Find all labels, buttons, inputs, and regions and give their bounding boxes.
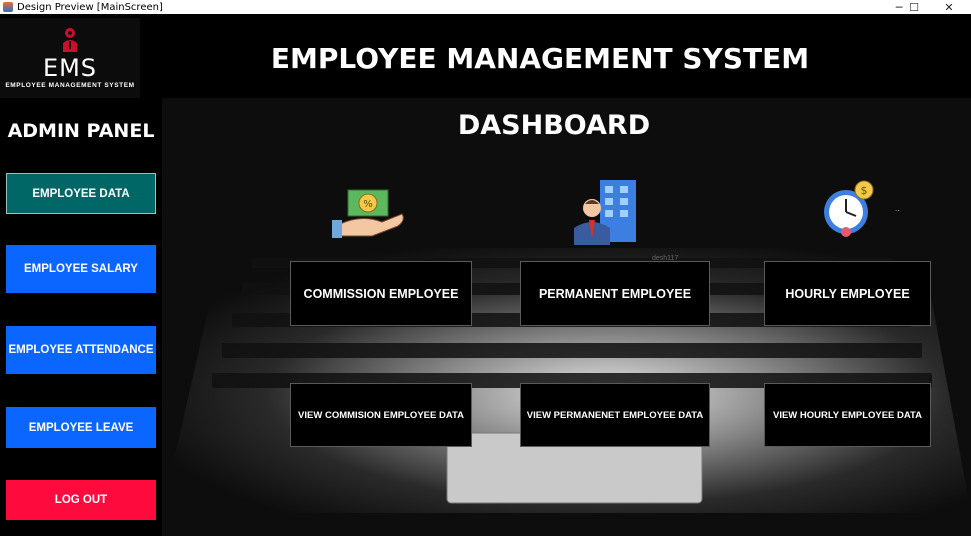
- svg-text:%: %: [363, 199, 373, 210]
- commission-hand-money-icon: %: [332, 189, 404, 238]
- view-permanent-employee-data-button[interactable]: VIEW PERMANENET EMPLOYEE DATA: [520, 383, 710, 447]
- logo-text: EMS: [42, 54, 98, 82]
- svg-text:$: $: [861, 184, 868, 197]
- app-title: EMPLOYEE MANAGEMENT SYSTEM: [270, 42, 810, 75]
- employee-figure-icon: [63, 28, 77, 52]
- view-commission-employee-data-button[interactable]: VIEW COMMISION EMPLOYEE DATA: [290, 383, 472, 447]
- view-hourly-employee-data-button[interactable]: VIEW HOURLY EMPLOYEE DATA: [764, 383, 931, 447]
- logo-subtext: EMPLOYEE MANAGEMENT SYSTEM: [5, 82, 135, 89]
- hourly-clock-icon: $: [824, 180, 874, 237]
- businessman-building-icon: [574, 180, 636, 245]
- dashboard-panel: DASHBOARD % $ .. desh117 COMMISSION EMPL…: [162, 98, 971, 536]
- logout-button[interactable]: LOG OUT: [6, 480, 156, 520]
- window-title: Design Preview [MainScreen]: [17, 1, 163, 13]
- ems-logo: EMS EMPLOYEE MANAGEMENT SYSTEM: [0, 18, 140, 98]
- app-header: EMPLOYEE MANAGEMENT SYSTEM: [0, 14, 971, 98]
- java-app-icon: [3, 2, 13, 12]
- maximize-button[interactable]: ☐: [899, 0, 929, 14]
- employee-attendance-button[interactable]: EMPLOYEE ATTENDANCE: [6, 326, 156, 374]
- hourly-employee-button[interactable]: HOURLY EMPLOYEE: [764, 261, 931, 326]
- employee-leave-button[interactable]: EMPLOYEE LEAVE: [6, 407, 156, 448]
- permanent-employee-button[interactable]: PERMANENT EMPLOYEE: [520, 261, 710, 326]
- close-button[interactable]: ✕: [934, 0, 964, 14]
- commission-employee-button[interactable]: COMMISSION EMPLOYEE: [290, 261, 472, 326]
- employee-salary-button[interactable]: EMPLOYEE SALARY: [6, 245, 156, 293]
- employee-data-button[interactable]: EMPLOYEE DATA: [6, 173, 156, 214]
- window-title-bar: Design Preview [MainScreen] ─ ☐ ✕: [0, 0, 971, 14]
- dashboard-title: DASHBOARD: [457, 110, 651, 141]
- dots-text: ..: [895, 204, 900, 213]
- admin-panel-title: ADMIN PANEL: [7, 120, 155, 142]
- admin-sidebar: ADMIN PANEL EMPLOYEE DATA EMPLOYEE SALAR…: [0, 98, 162, 536]
